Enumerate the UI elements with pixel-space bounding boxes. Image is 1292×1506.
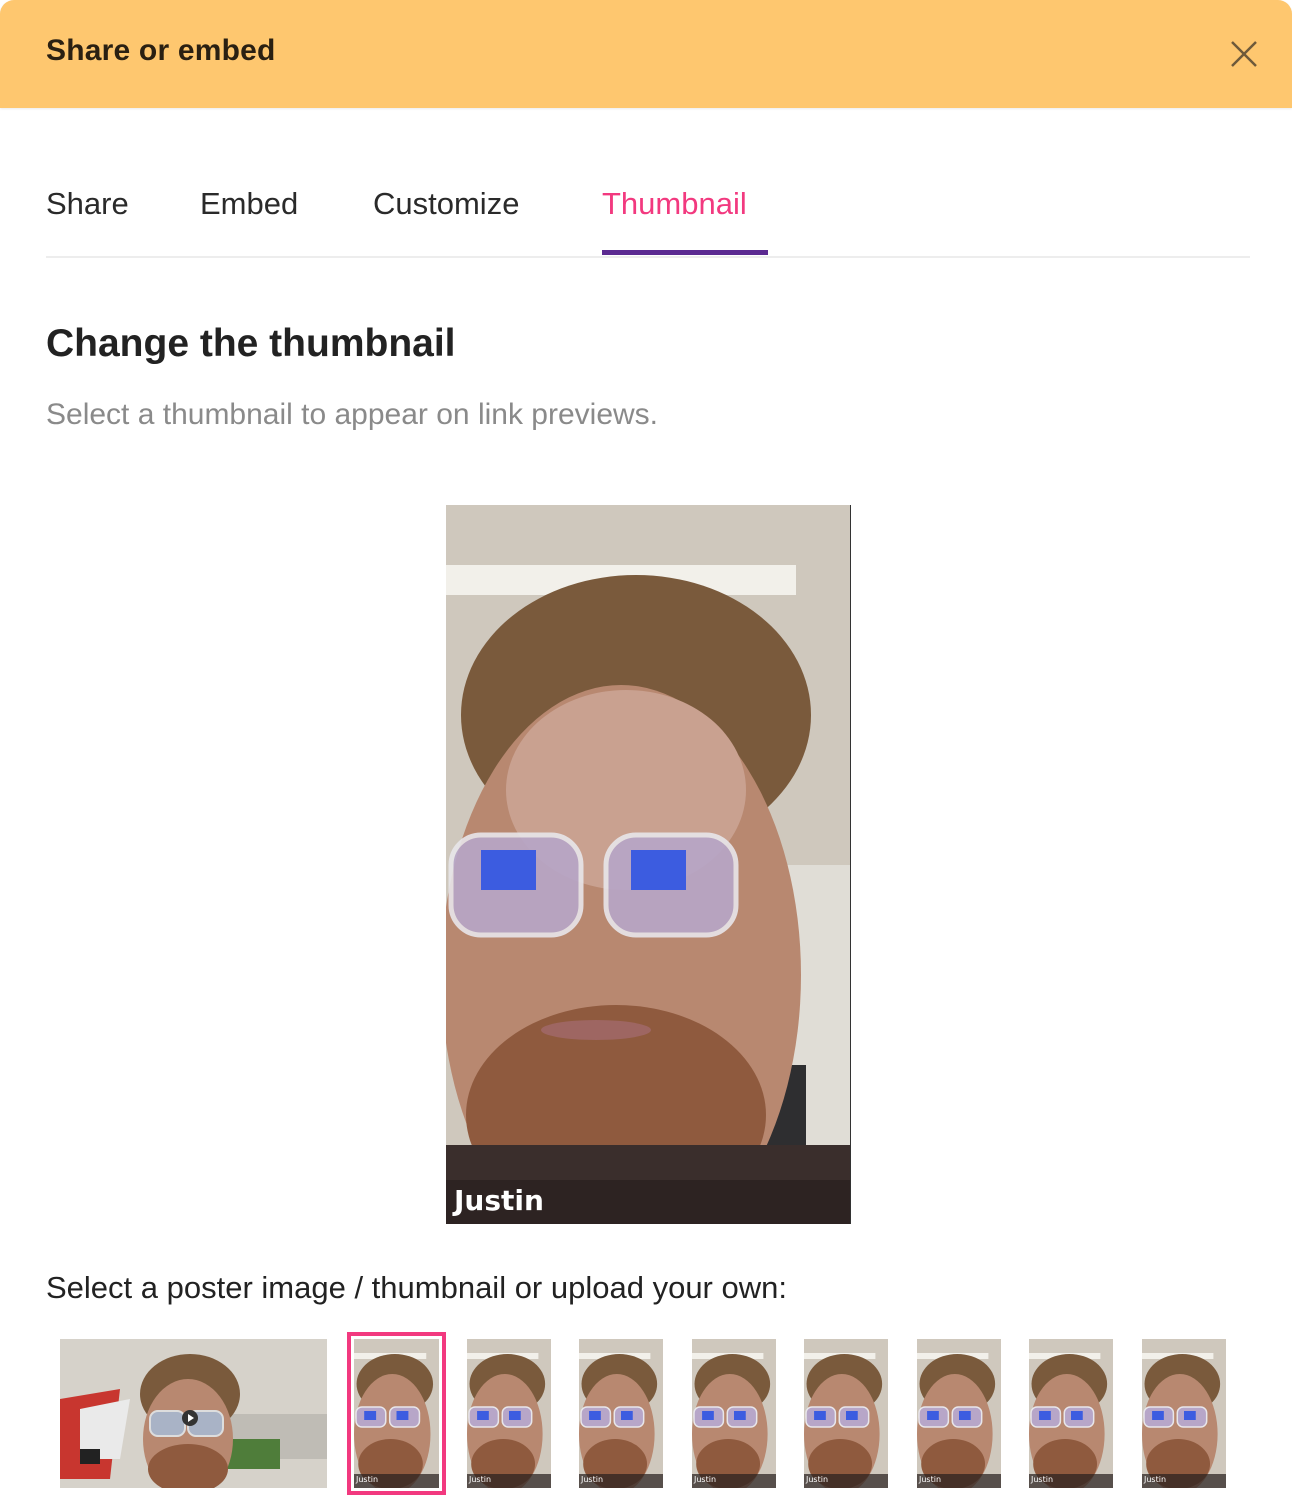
- preview-name-bar: Justin: [446, 1180, 850, 1224]
- close-button[interactable]: [1224, 34, 1264, 74]
- thumbnail-option[interactable]: Justin: [804, 1339, 888, 1488]
- thumbnail-image: [60, 1339, 327, 1488]
- tab-customize[interactable]: Customize: [373, 186, 519, 222]
- thumbnail-name-bar: Justin: [354, 1474, 439, 1488]
- close-icon: [1231, 41, 1257, 67]
- thumbnail-name-bar: Justin: [579, 1474, 663, 1488]
- dialog-title: Share or embed: [46, 34, 276, 67]
- thumbnail-option[interactable]: Justin: [1142, 1339, 1226, 1488]
- thumbnail-image: [354, 1339, 439, 1488]
- thumbnail-name-bar: Justin: [917, 1474, 1001, 1488]
- thumbnail-image: [917, 1339, 1001, 1488]
- thumbnail-image: [692, 1339, 776, 1488]
- thumbnail-name-bar: Justin: [1142, 1474, 1226, 1488]
- thumbnail-name-label: Justin: [581, 1475, 604, 1484]
- section-subtitle: Select a thumbnail to appear on link pre…: [46, 398, 659, 431]
- tab-embed[interactable]: Embed: [200, 186, 298, 222]
- thumbnail-name-bar: Justin: [692, 1474, 776, 1488]
- thumbnail-option[interactable]: [60, 1339, 327, 1488]
- thumbnail-name-label: Justin: [1144, 1475, 1167, 1484]
- thumbnail-option[interactable]: Justin: [917, 1339, 1001, 1488]
- thumbnail-option[interactable]: Justin: [692, 1339, 776, 1488]
- thumbnail-image: [1142, 1339, 1226, 1488]
- thumbnail-image: [579, 1339, 663, 1488]
- thumbnail-option[interactable]: Justin: [467, 1339, 551, 1488]
- thumbnail-name-label: Justin: [919, 1475, 942, 1484]
- tab-thumbnail[interactable]: Thumbnail: [602, 186, 747, 222]
- thumbnail-name-label: Justin: [694, 1475, 717, 1484]
- preview-name-label: Justin: [454, 1184, 544, 1217]
- select-thumbnail-label: Select a poster image / thumbnail or upl…: [46, 1270, 787, 1305]
- thumbnail-preview: Justin: [446, 505, 851, 1224]
- thumbnail-option[interactable]: Justin: [347, 1332, 446, 1495]
- section-title: Change the thumbnail: [46, 322, 456, 365]
- tab-share[interactable]: Share: [46, 186, 129, 222]
- thumbnail-name-label: Justin: [1031, 1475, 1054, 1484]
- thumbnail-option[interactable]: Justin: [1029, 1339, 1113, 1488]
- tab-bar: Share Embed Customize Thumbnail: [46, 180, 1250, 258]
- active-tab-indicator: [602, 250, 768, 255]
- thumbnail-name-label: Justin: [469, 1475, 492, 1484]
- thumbnail-name-bar: Justin: [804, 1474, 888, 1488]
- thumbnail-image: [467, 1339, 551, 1488]
- preview-image: [446, 505, 850, 1224]
- thumbnail-name-label: Justin: [356, 1475, 379, 1484]
- thumbnail-option[interactable]: Justin: [579, 1339, 663, 1488]
- dialog-header: Share or embed: [0, 0, 1292, 108]
- thumbnail-image: [1029, 1339, 1113, 1488]
- thumbnail-name-label: Justin: [806, 1475, 829, 1484]
- thumbnail-image: [804, 1339, 888, 1488]
- thumbnail-name-bar: Justin: [467, 1474, 551, 1488]
- thumbnail-name-bar: Justin: [1029, 1474, 1113, 1488]
